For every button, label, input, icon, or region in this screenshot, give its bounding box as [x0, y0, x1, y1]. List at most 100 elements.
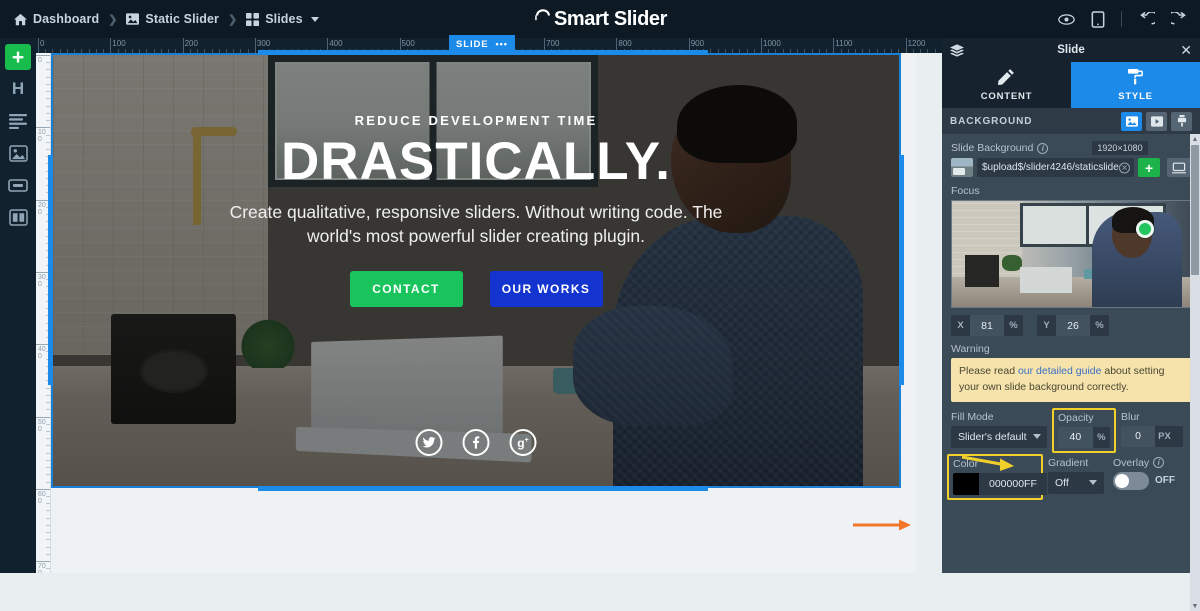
ruler-tick-minor — [46, 105, 50, 107]
ruler-tick-minor — [46, 467, 50, 469]
background-color-button[interactable] — [1171, 111, 1192, 131]
focus-preview-image[interactable] — [951, 200, 1191, 308]
breadcrumb-item-dashboard[interactable]: Dashboard — [14, 12, 99, 26]
ruler-label: 0 — [40, 39, 45, 48]
layer-tool-rail: + H — [0, 38, 36, 573]
preview-eye-icon[interactable] — [1058, 13, 1075, 26]
slide-subline-text[interactable]: Create qualitative, responsive sliders. … — [226, 200, 726, 248]
text-layer-icon[interactable] — [5, 108, 31, 134]
selection-handle-right[interactable] — [899, 155, 904, 385]
color-label: Color — [953, 457, 979, 470]
ruler-label: 200 — [38, 201, 46, 216]
info-icon[interactable]: i — [1153, 457, 1165, 468]
ruler-tick-minor — [927, 49, 929, 53]
background-video-button[interactable] — [1146, 111, 1167, 131]
contact-button[interactable]: CONTACT — [349, 270, 463, 307]
ruler-label: 500 — [401, 39, 415, 48]
gradient-group: Gradient Off — [1048, 457, 1104, 494]
ruler-tick-minor — [46, 120, 50, 122]
add-layer-button[interactable]: + — [5, 44, 31, 70]
button-layer-icon[interactable] — [5, 172, 31, 198]
blur-field[interactable]: 0 PX — [1121, 425, 1183, 447]
warning-text-before: Please read — [959, 365, 1018, 377]
panel-scrollbar[interactable]: ▲ ▼ — [1190, 134, 1200, 611]
fill-mode-label: Fill Mode — [951, 410, 994, 423]
breadcrumb-item-static-slider[interactable]: Static Slider — [126, 12, 219, 26]
fill-mode-group: Fill Mode Slider's default — [951, 411, 1047, 448]
detailed-guide-link[interactable]: our detailed guide — [1018, 365, 1101, 377]
slide-content: REDUCE DEVELOPMENT TIME DRASTICALLY. Cre… — [53, 55, 899, 486]
redo-icon[interactable] — [1171, 11, 1188, 27]
our-works-button[interactable]: OUR WORKS — [489, 270, 603, 307]
device-settings-icon[interactable] — [1167, 158, 1191, 177]
focus-x-field[interactable]: X 81 % — [951, 315, 1023, 336]
color-group: Color 000000FF — [947, 453, 1047, 500]
add-image-button[interactable]: + — [1138, 158, 1160, 177]
ruler-tick-minor — [46, 452, 50, 454]
row-layer-icon[interactable] — [5, 204, 31, 230]
fill-mode-select[interactable]: Slider's default — [951, 425, 1047, 448]
color-field[interactable]: 000000FF — [953, 472, 1047, 495]
tab-content[interactable]: CONTENT — [942, 62, 1071, 108]
slide-frame[interactable]: SLIDE ••• REDUCE DEVELOPMENT TIME DRASTI… — [48, 35, 904, 491]
focus-y-field[interactable]: Y 26 % — [1037, 315, 1109, 336]
ruler-tick-minor — [46, 98, 50, 100]
image-layer-icon[interactable] — [5, 140, 31, 166]
image-path-input[interactable]: $upload$/slider4246/staticslide ✕ — [977, 158, 1134, 177]
ruler-label: 400 — [38, 346, 46, 361]
slide-button-row: CONTACT OUR WORKS — [349, 270, 603, 307]
breadcrumb-item-slides[interactable]: Slides — [246, 12, 319, 26]
chevron-down-icon — [1089, 480, 1097, 485]
scroll-down-arrow-icon[interactable]: ▼ — [1190, 601, 1200, 611]
breadcrumb-separator: ❯ — [108, 13, 118, 26]
chevron-down-icon[interactable] — [310, 16, 319, 22]
facebook-icon[interactable] — [462, 429, 490, 456]
slide-tab-more-icon[interactable]: ••• — [495, 39, 507, 49]
heading-layer-icon[interactable]: H — [5, 76, 31, 102]
overlay-toggle[interactable] — [1113, 471, 1149, 490]
ruler-tick-minor — [46, 438, 50, 440]
ruler-tick — [36, 416, 50, 418]
top-bar-actions — [1058, 0, 1188, 38]
opacity-field[interactable]: 40 % — [1058, 426, 1110, 448]
background-section-bar: BACKGROUND — [942, 108, 1200, 134]
blur-unit: PX — [1158, 430, 1171, 442]
blur-group: Blur 0 PX — [1121, 411, 1183, 447]
gradient-select[interactable]: Off — [1048, 471, 1104, 494]
toggle-knob — [1115, 473, 1129, 488]
background-image-button[interactable] — [1121, 111, 1142, 131]
scroll-up-arrow-icon[interactable]: ▲ — [1190, 134, 1200, 144]
focus-x-label: X — [957, 320, 964, 331]
tab-content-label: CONTENT — [980, 91, 1033, 102]
opacity-input[interactable]: 40 — [1058, 426, 1093, 448]
slide-headline-text[interactable]: DRASTICALLY. — [281, 133, 671, 190]
color-value-input[interactable]: 000000FF — [979, 472, 1047, 495]
breadcrumb-label: Static Slider — [145, 12, 219, 26]
info-icon[interactable]: i — [1037, 142, 1049, 154]
ruler-tick — [36, 561, 50, 563]
focus-y-unit: % — [1095, 320, 1104, 331]
ruler-tick-minor — [46, 141, 50, 143]
focus-plant — [1002, 255, 1022, 271]
close-icon[interactable]: ✕ — [1180, 43, 1192, 57]
layers-icon[interactable] — [950, 43, 964, 57]
scrollbar-thumb[interactable] — [1191, 145, 1199, 275]
focus-y-input[interactable]: 26 — [1056, 315, 1090, 336]
clear-image-icon[interactable]: ✕ — [1119, 162, 1130, 173]
selection-handle-bottom[interactable] — [258, 486, 708, 491]
undo-icon[interactable] — [1138, 11, 1155, 27]
slide-kicker-text[interactable]: REDUCE DEVELOPMENT TIME — [355, 113, 598, 128]
image-thumbnail[interactable] — [951, 158, 973, 177]
tab-style[interactable]: STYLE — [1071, 62, 1200, 108]
breadcrumb-label: Slides — [265, 12, 303, 26]
blur-input[interactable]: 0 — [1121, 425, 1155, 447]
focus-x-input[interactable]: 81 — [970, 315, 1004, 336]
focus-point-handle[interactable] — [1135, 219, 1154, 238]
opacity-label: Opacity — [1058, 411, 1094, 424]
color-swatch[interactable] — [953, 472, 979, 495]
device-tablet-icon[interactable] — [1091, 10, 1105, 28]
googleplus-icon[interactable]: g+ — [509, 429, 537, 456]
twitter-icon[interactable] — [415, 429, 443, 456]
ruler-tick — [36, 127, 50, 129]
ruler-tick-minor — [46, 539, 50, 541]
